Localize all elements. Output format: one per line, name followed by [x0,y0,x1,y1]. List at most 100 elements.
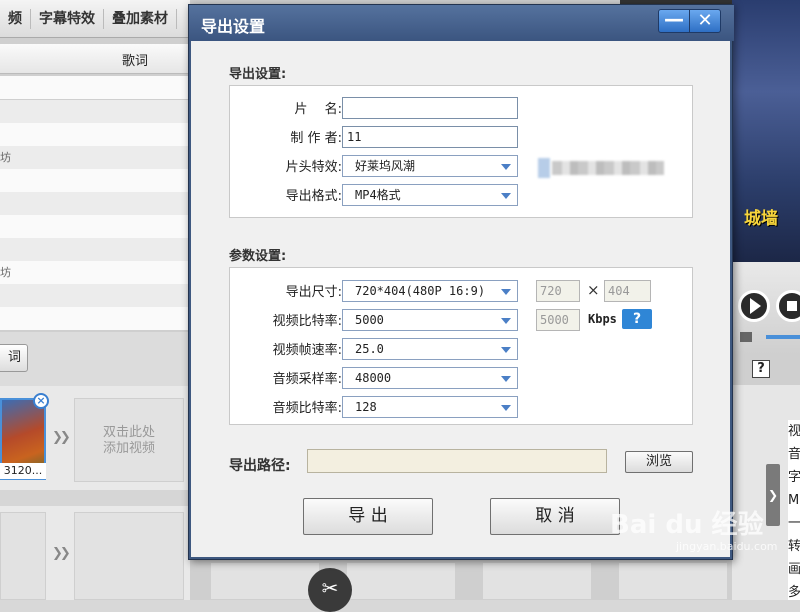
play-icon[interactable] [738,290,770,322]
audio-bitrate-value: 128 [355,400,377,414]
lyrics-column-header: 歌词 [122,54,149,69]
format-select[interactable]: MP4格式 [342,184,518,206]
preview-subtitle-text: 城墙 [744,209,778,229]
list-item[interactable] [0,76,190,99]
browse-button[interactable]: 浏览 [625,451,693,473]
volume-slider[interactable] [766,335,800,339]
list-item[interactable] [0,100,190,123]
list-item[interactable]: 坊 [0,261,190,284]
samplerate-select[interactable]: 48000 [342,367,518,389]
right-list-item[interactable]: 一 [788,512,800,535]
tab-video[interactable]: 频 [0,8,31,29]
row-fragment: 坊 [0,151,11,164]
export-settings-dialog: 导出设置 — ✕ 导出设置: 片 名: 制 作 者: 11 片头特效: 好莱坞风… [188,4,734,560]
path-input[interactable] [307,449,607,473]
audio-bitrate-select[interactable]: 128 [342,396,518,418]
video-bitrate-label: 视频比特率: [272,314,342,329]
lyric-toolbar [0,332,190,386]
tab-overlay-material[interactable]: 叠加素材 [104,8,177,29]
export-section-title: 导出设置: [229,67,287,82]
right-list-item[interactable]: 音 [788,443,800,466]
chevron-down-icon [501,193,511,199]
format-value: MP4格式 [355,188,401,202]
help-icon[interactable]: ? [752,360,770,378]
scissors-icon[interactable]: ✂ [308,568,352,612]
framerate-select[interactable]: 25.0 [342,338,518,360]
list-item[interactable] [0,238,190,261]
timeline-slot[interactable] [618,562,728,600]
add-video-line2: 添加视频 [102,441,155,456]
player-controls [732,262,800,354]
export-settings-group: 片 名: 制 作 者: 11 片头特效: 好莱坞风潮 导出格式: MP4格式 [229,85,693,218]
watermark-logo: Bai du 经验 [610,510,764,540]
list-item[interactable]: 坊 [0,146,190,169]
right-list-item[interactable]: 转 [788,535,800,558]
param-settings-group: 导出尺寸: 720*404(480P 16:9) 720 × 404 视频比特率… [229,267,693,425]
param-section-title: 参数设置: [229,249,287,264]
divider [0,490,190,506]
timeline-slot[interactable] [74,512,184,600]
dialog-titlebar[interactable]: 导出设置 — ✕ [189,5,734,41]
right-list: 视 音 字 M 一 转 画 多 [788,420,800,600]
author-input[interactable]: 11 [342,126,518,148]
stop-icon[interactable] [776,290,800,322]
film-name-label: 片 名: [294,102,342,117]
close-circle-icon[interactable]: × [33,393,49,409]
right-list-item[interactable]: 视 [788,420,800,443]
watermark-url: jingyan.baidu.com [676,540,778,553]
width-input: 720 [536,280,580,302]
chevron-right-icon[interactable]: ❯ [766,464,780,526]
video-bitrate-value: 5000 [355,313,384,327]
video-bitrate-select[interactable]: 5000 [342,309,518,331]
thumbnail-label: 3120... [0,463,46,479]
size-value: 720*404(480P 16:9) [355,284,486,298]
samplerate-value: 48000 [355,371,392,385]
blurred-text [552,161,664,175]
times-symbol: × [587,281,600,299]
list-item[interactable] [0,215,190,238]
tab-subtitle-effects[interactable]: 字幕特效 [31,8,104,29]
right-list-item[interactable]: 字 [788,466,800,489]
size-label: 导出尺寸: [285,285,342,300]
timeline-slot[interactable] [346,562,456,600]
row-fragment: 坊 [0,266,11,279]
list-item[interactable] [0,123,190,146]
cancel-button[interactable]: 取 消 [490,498,620,535]
size-select[interactable]: 720*404(480P 16:9) [342,280,518,302]
add-video-line1: 双击此处 [102,425,155,440]
list-item[interactable] [0,192,190,215]
top-tabs: 频 字幕特效 叠加素材 [0,0,190,38]
timeline-slot[interactable] [482,562,592,600]
close-button[interactable]: ✕ [689,9,721,33]
kbps-label: Kbps [588,312,617,326]
list-item[interactable] [0,169,190,192]
list-item[interactable] [0,284,190,307]
intro-effect-select[interactable]: 好莱坞风潮 [342,155,518,177]
add-video-box[interactable]: 双击此处 添加视频 [74,398,184,482]
author-label: 制 作 者: [290,131,342,146]
chevron-down-icon [501,318,511,324]
right-list-item[interactable]: 多 [788,581,800,604]
format-label: 导出格式: [285,189,342,204]
volume-icon[interactable] [740,332,752,342]
video-bitrate-custom-input: 5000 [536,309,580,331]
chevron-down-icon [501,289,511,295]
chevron-down-icon [501,405,511,411]
lyric-button[interactable]: 词 [0,344,28,372]
chevron-down-icon [501,376,511,382]
chevron-right-icon: ❯❯ [52,430,71,445]
path-label: 导出路径: [229,458,291,474]
framerate-label: 视频帧速率: [272,343,342,358]
help-icon[interactable]: ? [622,309,652,329]
minimize-button[interactable]: — [658,9,690,33]
timeline-slot[interactable] [210,562,320,600]
film-name-input[interactable] [342,97,518,119]
timeline-slot[interactable] [0,512,46,600]
right-list-item[interactable]: 画 [788,558,800,581]
intro-effect-value: 好莱坞风潮 [355,159,416,173]
intro-effect-label: 片头特效: [285,160,342,175]
right-list-item[interactable]: M [788,489,800,512]
list-item[interactable] [0,307,190,330]
height-input: 404 [604,280,651,302]
export-button[interactable]: 导 出 [303,498,433,535]
